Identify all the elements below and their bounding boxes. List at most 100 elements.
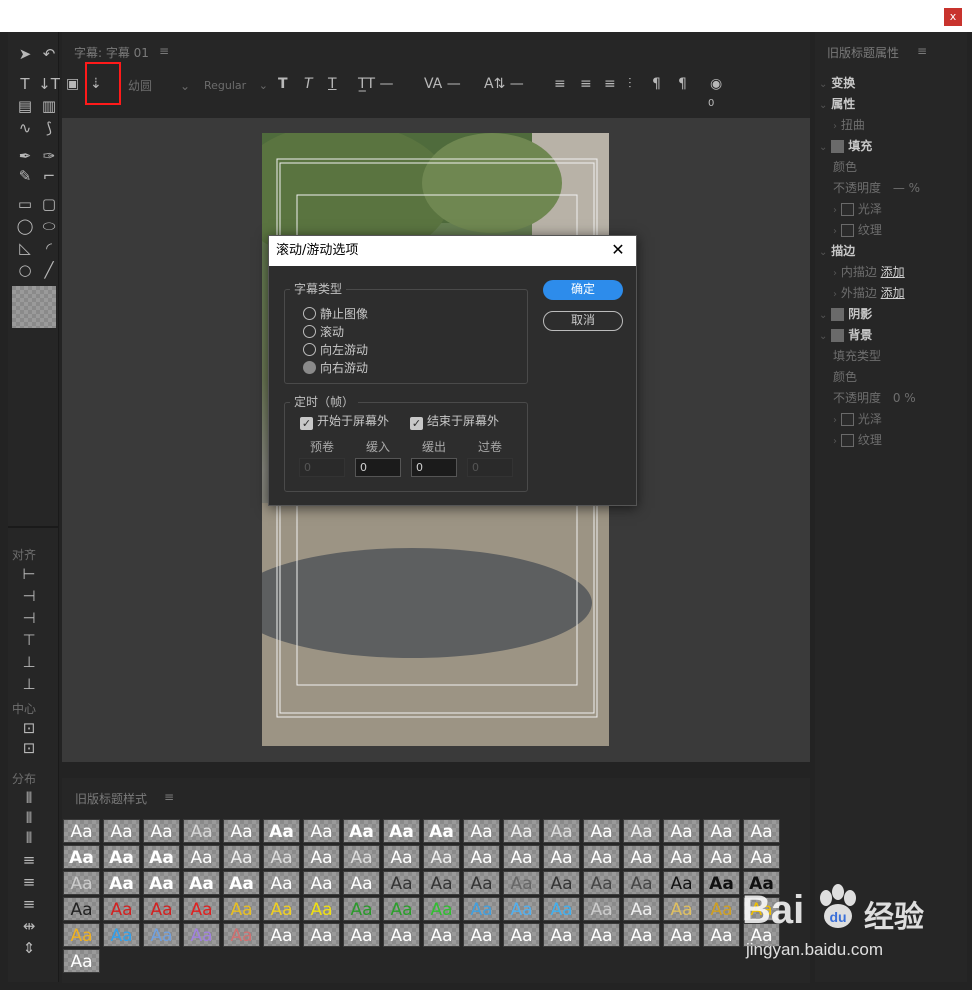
style-swatch[interactable]: Aa	[143, 871, 180, 895]
style-swatch[interactable]: Aa	[463, 845, 500, 869]
style-swatch[interactable]: Aa	[463, 923, 500, 947]
align-left-text-icon[interactable]: ≡	[554, 76, 566, 92]
rectangle-tool[interactable]: ▭	[14, 194, 36, 214]
style-swatch[interactable]: Aa	[63, 949, 100, 973]
style-swatch[interactable]: Aa	[423, 897, 460, 921]
style-swatch[interactable]: Aa	[503, 923, 540, 947]
style-swatch[interactable]: Aa	[343, 871, 380, 895]
window-close-button[interactable]: x	[944, 8, 962, 26]
style-swatch[interactable]: Aa	[503, 897, 540, 921]
style-swatch[interactable]: Aa	[223, 871, 260, 895]
font-style-dropdown[interactable]: Regular ⌄	[198, 76, 272, 96]
style-swatch[interactable]: Aa	[503, 845, 540, 869]
styles-menu-icon[interactable]: ≡	[164, 790, 174, 804]
property-row[interactable]: › 内描边 添加	[819, 263, 905, 280]
property-row[interactable]: ⌄ 背景	[819, 326, 872, 343]
style-swatch[interactable]: Aa	[623, 819, 660, 843]
paragraph-right-icon[interactable]: ¶	[678, 76, 687, 92]
title-type-radio[interactable]: 向左游动	[303, 341, 368, 358]
style-swatch[interactable]: Aa	[703, 871, 740, 895]
style-swatch[interactable]: Aa	[143, 897, 180, 921]
style-swatch[interactable]: Aa	[103, 819, 140, 843]
style-swatch[interactable]: Aa	[143, 819, 180, 843]
rotate-tool[interactable]: ↶	[38, 44, 60, 64]
style-swatch[interactable]: Aa	[623, 923, 660, 947]
style-swatch[interactable]: Aa	[623, 897, 660, 921]
add-anchor-tool[interactable]: ✎	[14, 166, 36, 186]
style-swatch[interactable]: Aa	[543, 871, 580, 895]
path-type-tool[interactable]: ∿	[14, 118, 36, 138]
style-swatch[interactable]: Aa	[263, 845, 300, 869]
ellipse-tool[interactable]: ◯	[14, 216, 36, 236]
start-offscreen-checkbox[interactable]: ✓ 开始于屏幕外	[300, 412, 389, 430]
align-right-text-icon[interactable]: ≡	[604, 76, 616, 92]
title-type-radio[interactable]: 静止图像	[303, 305, 368, 322]
timing-field-input[interactable]: 0	[411, 458, 457, 477]
underline-icon[interactable]: T	[328, 76, 337, 92]
style-swatch[interactable]: Aa	[303, 923, 340, 947]
style-swatch[interactable]: Aa	[743, 845, 780, 869]
style-swatch[interactable]: Aa	[583, 871, 620, 895]
style-swatch[interactable]: Aa	[183, 923, 220, 947]
dialog-close-icon[interactable]: ✕	[608, 240, 628, 260]
style-swatch[interactable]: Aa	[463, 897, 500, 921]
style-swatch[interactable]: Aa	[103, 923, 140, 947]
style-swatch[interactable]: Aa	[663, 897, 700, 921]
font-size-icon[interactable]: T̲T —	[358, 76, 394, 92]
property-row[interactable]: › 光泽	[819, 200, 882, 217]
style-swatch[interactable]: Aa	[63, 819, 100, 843]
panel-menu-icon[interactable]: ≡	[159, 44, 169, 58]
property-row[interactable]: ⌄ 属性	[819, 95, 855, 112]
style-swatch[interactable]: Aa	[343, 923, 380, 947]
checkbox-icon[interactable]	[831, 308, 845, 321]
style-swatch[interactable]: Aa	[303, 871, 340, 895]
style-swatch[interactable]: Aa	[663, 845, 700, 869]
style-swatch[interactable]: Aa	[543, 923, 580, 947]
style-swatch[interactable]: Aa	[543, 897, 580, 921]
wedge-tool[interactable]: ◺	[14, 238, 36, 258]
style-swatch[interactable]: Aa	[503, 819, 540, 843]
style-swatch[interactable]: Aa	[463, 819, 500, 843]
property-row[interactable]: 颜色	[819, 368, 857, 385]
style-swatch[interactable]: Aa	[343, 897, 380, 921]
style-swatch[interactable]: Aa	[303, 819, 340, 843]
end-offscreen-checkbox[interactable]: ✓ 结束于屏幕外	[410, 412, 499, 430]
style-swatch[interactable]: Aa	[103, 897, 140, 921]
title-panel-tab[interactable]: 字幕: 字幕 01	[74, 44, 149, 61]
distribute-space-h-icon[interactable]: ⇹	[18, 916, 40, 936]
property-row[interactable]: 不透明度 0 %	[819, 389, 916, 406]
style-swatch[interactable]: Aa	[223, 897, 260, 921]
property-row[interactable]: 颜色	[819, 158, 857, 175]
style-swatch[interactable]: Aa	[103, 845, 140, 869]
property-row[interactable]: 填充类型	[819, 347, 881, 364]
style-swatch[interactable]: Aa	[383, 871, 420, 895]
style-swatch[interactable]: Aa	[583, 819, 620, 843]
style-swatch[interactable]: Aa	[583, 897, 620, 921]
style-swatch[interactable]: Aa	[223, 923, 260, 947]
distribute-left-icon[interactable]: ⫴	[18, 788, 40, 808]
distribute-center-icon[interactable]: ⫴	[18, 808, 40, 828]
style-swatch[interactable]: Aa	[263, 923, 300, 947]
distribute-top-icon[interactable]: ≡	[18, 850, 40, 870]
paragraph-left-icon[interactable]: ¶	[652, 76, 661, 92]
type-tool[interactable]: T	[14, 74, 36, 94]
style-swatch[interactable]: Aa	[303, 845, 340, 869]
style-swatch[interactable]: Aa	[423, 871, 460, 895]
checkbox-icon[interactable]	[840, 434, 854, 447]
kerning-icon[interactable]: VA —	[424, 76, 461, 92]
circle-tool[interactable]: ○	[14, 260, 36, 280]
checkbox-icon[interactable]	[840, 413, 854, 426]
area-type-tool[interactable]: ▤	[14, 96, 36, 116]
checkbox-icon[interactable]	[840, 224, 854, 237]
checkbox-icon[interactable]	[831, 140, 845, 153]
style-swatch[interactable]: Aa	[623, 845, 660, 869]
style-swatch[interactable]: Aa	[623, 871, 660, 895]
properties-menu-icon[interactable]: ≡	[917, 44, 927, 58]
style-swatch[interactable]: Aa	[703, 923, 740, 947]
clipped-rect-tool[interactable]: ⬭	[38, 216, 60, 236]
style-swatch[interactable]: Aa	[423, 819, 460, 843]
style-swatch[interactable]: Aa	[223, 819, 260, 843]
style-swatch[interactable]: Aa	[263, 871, 300, 895]
property-row[interactable]: ⌄ 变换	[819, 74, 855, 91]
convert-anchor-tool[interactable]: ⌐	[38, 166, 60, 186]
